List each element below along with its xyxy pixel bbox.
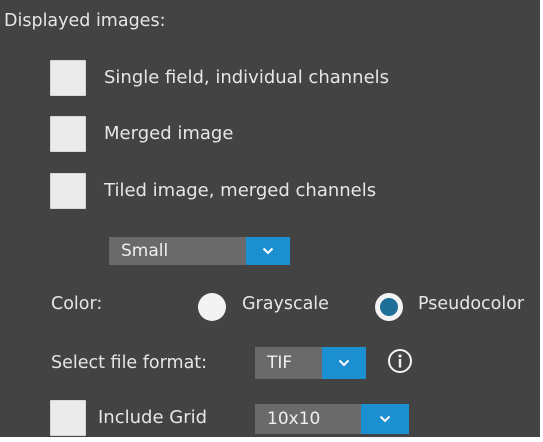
bottom-edge — [0, 437, 543, 442]
single-field-label: Single field, individual channels — [104, 67, 390, 88]
grayscale-radio[interactable] — [198, 293, 226, 321]
option-tiled-image[interactable]: Tiled image, merged channels — [50, 171, 376, 211]
chevron-down-icon[interactable] — [246, 237, 290, 265]
chevron-down-icon[interactable] — [322, 347, 366, 379]
color-label: Color: — [51, 294, 103, 314]
info-icon[interactable] — [387, 348, 413, 374]
single-field-checkbox[interactable] — [50, 60, 86, 96]
grid-size-value: 10x10 — [255, 404, 361, 434]
option-single-field[interactable]: Single field, individual channels — [50, 58, 389, 98]
grid-size-dropdown[interactable]: 10x10 — [255, 404, 409, 434]
file-format-value: TIF — [255, 347, 322, 379]
option-merged-image[interactable]: Merged image — [50, 114, 233, 154]
radio-selected-dot — [380, 298, 398, 316]
pseudocolor-label: Pseudocolor — [418, 294, 525, 314]
file-format-label: Select file format: — [51, 353, 208, 373]
tiled-image-checkbox[interactable] — [50, 173, 86, 209]
pseudocolor-radio[interactable] — [375, 293, 403, 321]
option-include-grid[interactable]: Include Grid — [50, 398, 207, 438]
size-dropdown-value: Small — [109, 237, 246, 265]
chevron-down-icon[interactable] — [361, 404, 409, 434]
tiled-image-label: Tiled image, merged channels — [104, 180, 377, 201]
file-format-dropdown[interactable]: TIF — [255, 347, 366, 379]
grayscale-label: Grayscale — [242, 294, 329, 314]
merged-image-label: Merged image — [104, 123, 234, 144]
section-title: Displayed images: — [4, 11, 166, 31]
include-grid-label: Include Grid — [98, 407, 208, 428]
include-grid-checkbox[interactable] — [50, 400, 86, 436]
size-dropdown[interactable]: Small — [109, 237, 290, 265]
merged-image-checkbox[interactable] — [50, 116, 86, 152]
